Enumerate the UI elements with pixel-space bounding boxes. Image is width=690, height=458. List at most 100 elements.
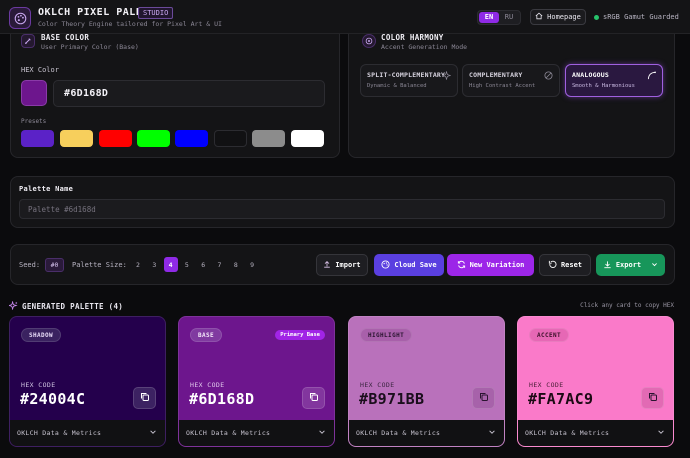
palette-size-option-4[interactable]: 4: [163, 257, 178, 272]
harmony-icon: [362, 34, 376, 48]
app-header: OKLCH PIXEL PALETTE STUDIO Color Theory …: [0, 0, 690, 34]
preset-swatch[interactable]: [99, 130, 132, 147]
brush-icon: [21, 34, 35, 48]
copy-icon: [648, 392, 658, 405]
harmony-title: COLOR HARMONY: [381, 33, 444, 42]
new-variation-label: New Variation: [469, 261, 525, 269]
oklch-metrics-label: OKLCH Data & Metrics: [17, 429, 102, 437]
oklch-metrics-label: OKLCH Data & Metrics: [186, 429, 271, 437]
copy-button[interactable]: [641, 387, 664, 409]
base-color-title: BASE COLOR: [41, 33, 90, 42]
sparkle-icon: [441, 70, 452, 83]
option-subtitle: High Contrast Accent: [469, 83, 536, 89]
import-button[interactable]: Import: [316, 254, 368, 276]
harmony-option-complementary[interactable]: COMPLEMENTARY High Contrast Accent: [462, 64, 560, 97]
gamut-status: sRGB Gamut Guarded: [594, 13, 679, 21]
homepage-button[interactable]: Homepage: [530, 9, 586, 25]
language-en[interactable]: EN: [479, 12, 499, 23]
option-title: COMPLEMENTARY: [469, 71, 523, 79]
reset-button[interactable]: Reset: [539, 254, 591, 276]
palette-size-option-8[interactable]: 8: [229, 257, 243, 272]
sparkles-icon: [7, 300, 18, 312]
palette-color-card-highlight[interactable]: HIGHLIGHT HEX CODE #B971BB OKLCH Data & Met…: [348, 316, 505, 447]
chevron-down-icon: [651, 261, 658, 270]
copy-hint: Click any card to copy HEX: [580, 302, 674, 309]
refresh-icon: [457, 260, 466, 271]
palette-size-option-6[interactable]: 6: [196, 257, 210, 272]
chevron-down-icon: [657, 428, 665, 438]
preset-swatch[interactable]: [214, 130, 247, 147]
palette-size-option-2[interactable]: 2: [131, 257, 145, 272]
reset-icon: [548, 260, 557, 271]
hex-color-input[interactable]: #6D168D: [53, 80, 325, 107]
palette-size-option-5[interactable]: 5: [180, 257, 194, 272]
color-picker-swatch[interactable]: [21, 80, 47, 106]
palette-logo-icon: [9, 7, 31, 29]
preset-swatch[interactable]: [60, 130, 93, 147]
primary-base-badge: Primary Base: [275, 330, 325, 340]
language-ru[interactable]: RU: [499, 12, 519, 23]
export-label: Export: [615, 261, 642, 269]
import-icon: [323, 260, 331, 270]
oklch-metrics-label: OKLCH Data & Metrics: [525, 429, 610, 437]
new-variation-button[interactable]: New Variation: [447, 254, 534, 276]
preset-swatch[interactable]: [21, 130, 54, 147]
palette-color-card-accent[interactable]: ACCENT HEX CODE #FA7AC9 OKLCH Data & Metric…: [517, 316, 674, 447]
oklch-metrics-toggle[interactable]: OKLCH Data & Metrics: [10, 420, 165, 446]
hex-color-label: HEX Color: [21, 66, 59, 74]
harmony-option-split-complementary[interactable]: SPLIT-COMPLEMENTARY Dynamic & Balanced: [360, 64, 458, 97]
preset-swatch[interactable]: [291, 130, 324, 147]
generated-palette-heading: GENERATED PALETTE (4): [7, 300, 124, 312]
hex-code-value: #FA7AC9: [528, 390, 594, 408]
palette-size-label: Palette Size:: [72, 261, 127, 269]
chevron-down-icon: [488, 428, 496, 438]
palette-name-input[interactable]: Palette #6d168d: [19, 199, 665, 219]
base-color-card: BASE COLOR User Primary Color (Base) HEX…: [10, 22, 340, 158]
palette-size-option-3[interactable]: 3: [147, 257, 161, 272]
oklch-metrics-toggle[interactable]: OKLCH Data & Metrics: [179, 420, 334, 446]
studio-badge: STUDIO: [138, 7, 174, 19]
preset-swatch[interactable]: [175, 130, 208, 147]
palette-color-card-base[interactable]: BASE Primary Base HEX CODE #6D168D OKLCH Dat…: [178, 316, 335, 447]
palette-size-option-9[interactable]: 9: [245, 257, 259, 272]
palette-color-card-shadow[interactable]: SHADOW HEX CODE #24004C OKLCH Data & Metric…: [9, 316, 166, 447]
hex-code-value: #24004C: [20, 390, 86, 408]
oklch-metrics-toggle[interactable]: OKLCH Data & Metrics: [518, 420, 673, 446]
generated-palette-title: GENERATED PALETTE (4): [22, 302, 124, 311]
role-badge: HIGHLIGHT: [360, 328, 413, 342]
preset-swatch[interactable]: [252, 130, 285, 147]
homepage-label: Homepage: [547, 13, 581, 21]
copy-icon: [479, 392, 489, 405]
gamut-status-label: sRGB Gamut Guarded: [603, 13, 679, 21]
status-dot-icon: [594, 14, 599, 20]
hex-code-label: HEX CODE: [190, 381, 225, 389]
reset-label: Reset: [560, 261, 583, 269]
chevron-down-icon: [149, 428, 157, 438]
import-label: Import: [335, 261, 361, 269]
hex-code-label: HEX CODE: [21, 381, 56, 389]
copy-button[interactable]: [302, 387, 325, 409]
download-icon: [603, 260, 612, 271]
cloud-save-label: Cloud Save: [394, 261, 437, 269]
hex-code-value: #B971BB: [359, 390, 425, 408]
harmony-option-analogous[interactable]: ANALOGOUS Smooth & Harmonious: [565, 64, 663, 97]
copy-button[interactable]: [133, 387, 156, 409]
oklch-metrics-toggle[interactable]: OKLCH Data & Metrics: [349, 420, 504, 446]
preset-swatch[interactable]: [137, 130, 170, 147]
palette-toolbar: Seed: #0 Palette Size: 23456789 Import C…: [10, 244, 675, 285]
base-color-subtitle: User Primary Color (Base): [41, 43, 139, 51]
palette-size-option-7[interactable]: 7: [213, 257, 227, 272]
cloud-save-button[interactable]: Cloud Save: [374, 254, 444, 276]
export-button[interactable]: Export: [596, 254, 665, 276]
copy-button[interactable]: [472, 387, 495, 409]
option-title: ANALOGOUS: [572, 71, 610, 79]
app-subtitle: Color Theory Engine tailored for Pixel A…: [38, 20, 222, 28]
hex-code-label: HEX CODE: [529, 381, 564, 389]
copy-icon: [140, 392, 150, 405]
color-harmony-card: COLOR HARMONY Accent Generation Mode SPL…: [348, 22, 675, 158]
seed-input[interactable]: #0: [45, 258, 64, 272]
contrast-icon: [544, 71, 553, 83]
role-badge: SHADOW: [21, 328, 62, 342]
palette-icon: [381, 259, 390, 271]
oklch-metrics-label: OKLCH Data & Metrics: [356, 429, 441, 437]
